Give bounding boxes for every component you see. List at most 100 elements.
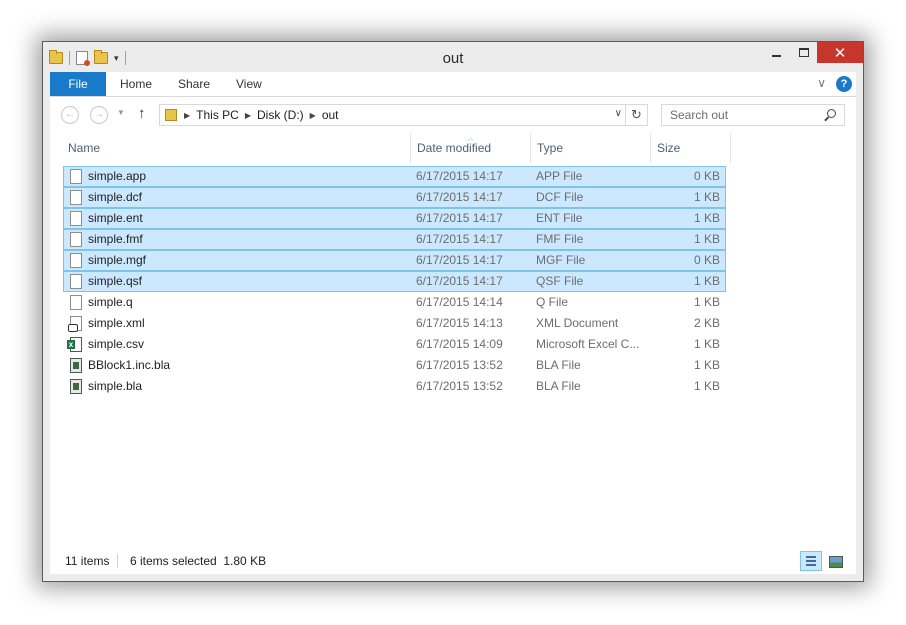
breadcrumb-disk-d[interactable]: Disk (D:) [257,108,304,122]
minimize-icon [772,54,781,57]
search-input[interactable] [662,105,812,125]
ribbon-tabs: File Home Share View ∨ ? [50,72,856,97]
file-list: simple.app 6/17/2015 14:17 APP File 0 KB sim… [50,165,856,550]
file-type: Q File [536,295,569,309]
file-size: 1 KB [693,295,720,309]
file-size: 0 KB [693,169,720,183]
file-icon [70,295,82,310]
maximize-icon [798,48,809,57]
navigation-bar: ← → ▼ ↑ ▶ This PC ▶ Disk (D:) ▶ out ∨ ↻ [50,97,856,133]
file-size: 1 KB [693,211,720,225]
file-name[interactable]: simple.ent [88,209,388,228]
forward-button[interactable]: → [90,106,108,124]
excel-file-icon [67,337,82,352]
column-divider[interactable] [530,133,531,163]
window-controls: ✕ [763,42,863,63]
maximize-button[interactable] [790,42,817,63]
breadcrumb-this-pc[interactable]: This PC [196,108,239,122]
large-icons-view-button[interactable] [824,551,846,571]
file-type: XML Document [536,316,619,330]
file-date-modified: 6/17/2015 14:17 [416,232,503,246]
file-size: 1 KB [693,232,720,246]
column-divider[interactable] [730,133,731,163]
file-size: 1 KB [693,379,720,393]
file-name[interactable]: simple.mgf [88,251,388,270]
window-title: out [442,50,464,67]
file-row[interactable]: simple.q 6/17/2015 14:14 Q File 1 KB [63,292,726,313]
breadcrumb-out[interactable]: out [322,108,339,122]
tab-file[interactable]: File [50,72,106,96]
column-divider[interactable] [650,133,651,163]
file-date-modified: 6/17/2015 14:17 [416,211,503,225]
back-button[interactable]: ← [61,106,79,124]
file-name[interactable]: simple.fmf [88,230,388,249]
file-date-modified: 6/17/2015 14:17 [416,169,503,183]
column-divider[interactable] [410,133,411,163]
expand-ribbon-icon[interactable]: ∨ [817,76,826,90]
column-header-date-modified[interactable]: Date modified [417,133,491,163]
explorer-window: ▾ out ✕ File Home Share View ∨ ? ← → ▼ ↑… [42,41,864,582]
column-header-size[interactable]: Size [657,133,680,163]
column-header-name[interactable]: Name [68,133,100,163]
file-row[interactable]: simple.app 6/17/2015 14:17 APP File 0 KB [63,166,726,187]
file-row[interactable]: simple.xml 6/17/2015 14:13 XML Document 2 K… [63,313,726,334]
file-name[interactable]: simple.q [88,293,388,312]
file-row[interactable]: simple.qsf 6/17/2015 14:17 QSF File 1 KB [63,271,726,292]
file-row[interactable]: simple.dcf 6/17/2015 14:17 DCF File 1 KB [63,187,726,208]
column-header-type[interactable]: Type [537,133,563,163]
file-type: BLA File [536,379,581,393]
details-view-button[interactable] [800,551,822,571]
address-dropdown-icon[interactable]: ∨ [615,108,622,119]
chevron-right-icon[interactable]: ▶ [184,111,190,120]
folder-icon [165,109,177,121]
file-row[interactable]: BBlock1.inc.bla 6/17/2015 13:52 BLA File 1 … [63,355,726,376]
minimize-button[interactable] [763,42,790,63]
file-icon [70,274,82,289]
file-icon [70,190,82,205]
file-row[interactable]: simple.bla 6/17/2015 13:52 BLA File 1 KB [63,376,726,397]
file-date-modified: 6/17/2015 14:14 [416,295,503,309]
bla-file-icon [70,358,82,373]
bla-file-icon [70,379,82,394]
recent-locations-icon[interactable]: ▼ [117,108,125,117]
file-name[interactable]: simple.app [88,167,388,186]
file-name[interactable]: simple.qsf [88,272,388,291]
tab-share[interactable]: Share [178,72,210,96]
file-date-modified: 6/17/2015 14:13 [416,316,503,330]
file-type: ENT File [536,211,583,225]
selection-info: 6 items selected 1.80 KB [130,554,267,568]
search-box[interactable] [661,104,845,126]
file-row[interactable]: simple.mgf 6/17/2015 14:17 MGF File 0 KB [63,250,726,271]
status-bar: 11 items 6 items selected 1.80 KB [50,548,856,574]
column-headers: Name ︿ Date modified Type Size [50,133,856,165]
file-name[interactable]: simple.bla [88,377,388,396]
file-row[interactable]: simple.csv 6/17/2015 14:09 Microsoft Excel… [63,334,726,355]
tab-home[interactable]: Home [120,72,152,96]
file-name[interactable]: simple.dcf [88,188,388,207]
file-row[interactable]: simple.ent 6/17/2015 14:17 ENT File 1 KB [63,208,726,229]
file-name[interactable]: simple.xml [88,314,388,333]
file-row[interactable]: simple.fmf 6/17/2015 14:17 FMF File 1 KB [63,229,726,250]
breadcrumb: ▶ This PC ▶ Disk (D:) ▶ out [184,105,339,125]
status-separator [117,554,118,568]
file-type: BLA File [536,358,581,372]
chevron-right-icon[interactable]: ▶ [310,111,316,120]
file-name[interactable]: BBlock1.inc.bla [88,356,388,375]
close-button[interactable]: ✕ [817,42,863,63]
file-type: QSF File [536,274,584,288]
file-date-modified: 6/17/2015 13:52 [416,358,503,372]
file-size: 2 KB [693,316,720,330]
close-icon: ✕ [833,44,847,62]
file-name[interactable]: simple.csv [88,335,388,354]
file-date-modified: 6/17/2015 14:17 [416,253,503,267]
search-icon[interactable] [827,109,836,118]
chevron-right-icon[interactable]: ▶ [245,111,251,120]
file-icon [70,253,82,268]
address-bar[interactable]: ▶ This PC ▶ Disk (D:) ▶ out ∨ ↻ [159,104,648,126]
help-icon[interactable]: ? [836,76,852,92]
file-type: APP File [536,169,583,183]
tab-view[interactable]: View [236,72,262,96]
refresh-button[interactable]: ↻ [625,105,647,125]
title-bar[interactable]: ▾ out ✕ [43,42,863,72]
up-button[interactable]: ↑ [138,105,146,122]
